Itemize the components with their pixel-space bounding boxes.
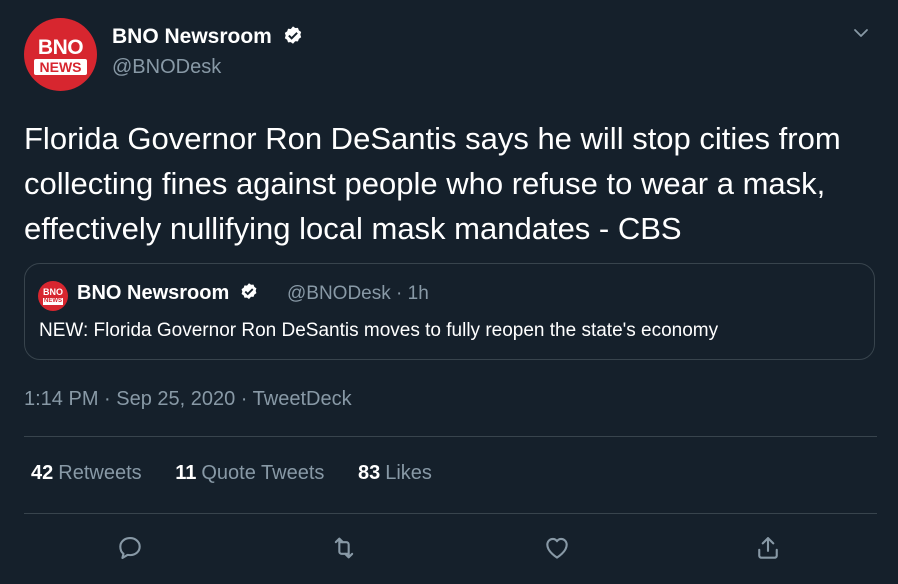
tweet-detail: BNO NEWS BNO Newsroom @BNODesk Florida G…: [0, 0, 898, 584]
retweet-button[interactable]: [327, 531, 361, 565]
heart-icon: [546, 537, 568, 559]
tweet-stats: 42 Retweets 11 Quote Tweets 83 Likes: [31, 462, 460, 485]
verified-badge-icon: [241, 283, 257, 300]
retweets-label: Retweets: [58, 462, 142, 484]
chevron-down-icon[interactable]: [852, 24, 870, 42]
quoted-avatar: BNO NEWS: [38, 281, 68, 311]
author-display-name[interactable]: BNO Newsroom: [112, 25, 304, 49]
quote-tweets-stat[interactable]: 11 Quote Tweets: [175, 462, 324, 484]
quoted-display-name: BNO Newsroom: [77, 282, 259, 305]
avatar[interactable]: BNO NEWS: [24, 18, 97, 91]
quote-tweets-label: Quote Tweets: [201, 462, 325, 484]
like-button[interactable]: [540, 531, 574, 565]
author-name-text: BNO Newsroom: [112, 25, 272, 48]
verified-badge-icon: [284, 26, 301, 44]
quoted-name-text: BNO Newsroom: [77, 282, 230, 304]
tweet-timestamp-source[interactable]: 1:14 PM · Sep 25, 2020 · TweetDeck: [24, 388, 352, 411]
share-icon: [758, 537, 778, 559]
avatar-logo-bottom: NEWS: [34, 59, 87, 75]
likes-count: 83: [357, 462, 381, 484]
quote-tweets-count: 11: [175, 462, 197, 484]
avatar-logo-top: BNO: [37, 36, 84, 59]
reply-button[interactable]: [113, 531, 147, 565]
reply-icon: [119, 537, 141, 559]
quoted-avatar-logo-top: BNO: [43, 287, 63, 297]
share-button[interactable]: [751, 531, 785, 565]
divider: [24, 513, 877, 514]
retweet-icon: [334, 537, 354, 559]
quoted-handle-time: @BNODesk · 1h: [287, 283, 429, 304]
divider: [24, 436, 877, 437]
likes-label: Likes: [385, 462, 432, 484]
retweets-stat[interactable]: 42 Retweets: [31, 462, 142, 484]
author-handle[interactable]: @BNODesk: [112, 56, 221, 79]
quoted-tweet-text: NEW: Florida Governor Ron DeSantis moves…: [39, 320, 719, 341]
quoted-tweet[interactable]: BNO NEWS BNO Newsroom @BNODesk · 1h NEW:…: [24, 263, 875, 360]
likes-stat[interactable]: 83 Likes: [358, 462, 432, 484]
retweets-count: 42: [31, 462, 54, 484]
tweet-text: Florida Governor Ron DeSantis says he wi…: [24, 121, 841, 246]
quoted-avatar-logo-bottom: NEWS: [43, 298, 63, 305]
